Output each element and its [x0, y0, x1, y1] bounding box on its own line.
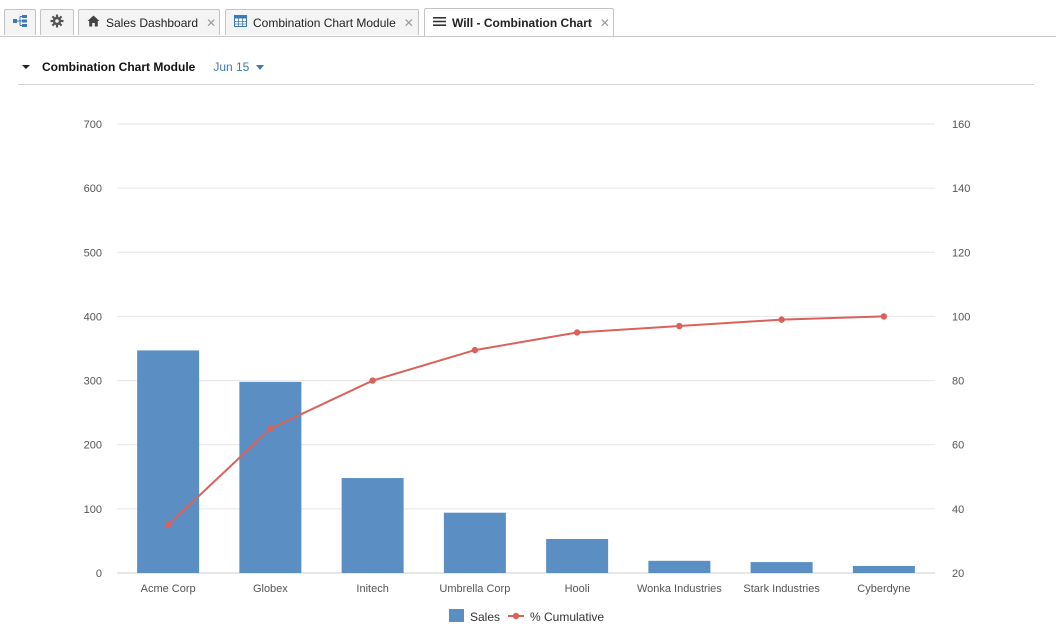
- y-right-tick-label: 140: [952, 183, 970, 195]
- bar: [750, 562, 813, 573]
- y-right-tick-label: 120: [952, 247, 970, 259]
- bar: [648, 560, 711, 573]
- x-tick-label: Cyberdyne: [857, 583, 910, 595]
- bar: [341, 478, 404, 573]
- y-left-tick-label: 200: [84, 440, 102, 452]
- cumulative-point: [369, 377, 376, 384]
- legend-marker-cumulative: [512, 612, 520, 620]
- bar: [137, 350, 200, 573]
- cumulative-point: [880, 313, 888, 320]
- y-left-tick-label: 700: [84, 119, 102, 131]
- y-left-tick-label: 100: [84, 504, 102, 516]
- cumulative-point: [267, 425, 274, 432]
- y-right-tick-label: 60: [952, 440, 964, 452]
- bar: [239, 381, 302, 573]
- combination-chart: 0 100 200 300 400 500 600 700 20 40 60 80 100 120 140 1…: [84, 119, 971, 624]
- bar: [443, 512, 506, 573]
- cumulative-point: [778, 316, 785, 323]
- y-right-tick-label: 20: [952, 568, 964, 580]
- x-tick-label: Globex: [253, 583, 288, 595]
- x-tick-label: Wonka Industries: [637, 583, 722, 595]
- y-right-tick-label: 40: [952, 504, 964, 516]
- y-left-tick-label: 300: [84, 376, 102, 388]
- legend-swatch-sales: [449, 609, 464, 622]
- x-tick-label: Initech: [356, 583, 388, 595]
- cumulative-point: [471, 346, 479, 354]
- y-left-tick-label: 0: [96, 568, 102, 580]
- x-tick-label: Stark Industries: [743, 583, 820, 595]
- y-left-tick-label: 400: [84, 311, 102, 323]
- y-right-tick-label: 80: [952, 376, 964, 388]
- y-left-tick-label: 500: [84, 247, 102, 259]
- x-tick-label: Acme Corp: [141, 583, 196, 595]
- legend-label-sales: Sales: [470, 610, 500, 624]
- bar: [852, 565, 915, 573]
- y-right-tick-label: 100: [952, 311, 970, 323]
- y-right-tick-label: 160: [952, 119, 970, 131]
- y-left-tick-label: 600: [84, 183, 102, 195]
- x-tick-label: Umbrella Corp: [439, 583, 510, 595]
- cumulative-point: [676, 322, 683, 330]
- legend-label-cumulative: % Cumulative: [530, 610, 604, 624]
- x-tick-label: Hooli: [565, 583, 590, 595]
- cumulative-point: [164, 521, 172, 529]
- bar: [546, 539, 609, 573]
- cumulative-point: [573, 329, 581, 336]
